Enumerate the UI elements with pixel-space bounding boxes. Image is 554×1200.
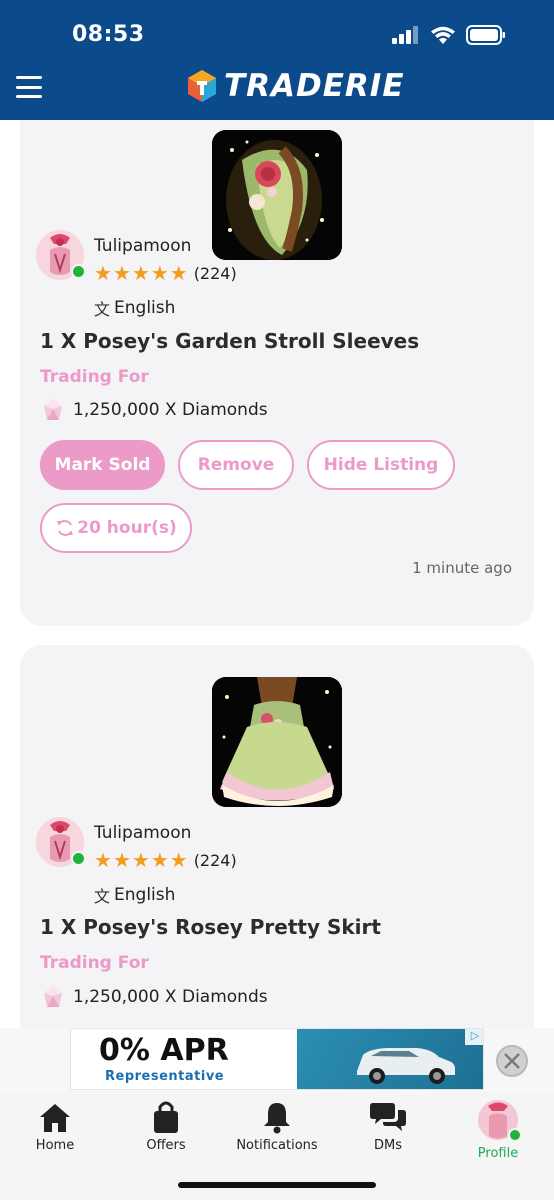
price-row: 1,250,000 X Diamonds bbox=[42, 398, 268, 422]
ad-image-panel: ▷ bbox=[297, 1029, 483, 1089]
listing-card: Tulipamoon ★ ★ ★ ★ ★ (224) 文 English 1 X… bbox=[20, 120, 534, 626]
listing-title[interactable]: 1 X Posey's Rosey Pretty Skirt bbox=[40, 915, 381, 939]
item-thumbnail-skirt bbox=[212, 677, 342, 807]
online-status-indicator bbox=[71, 851, 86, 866]
ad-choices-icon[interactable]: ▷ bbox=[465, 1029, 483, 1045]
online-status-indicator bbox=[508, 1128, 522, 1142]
tab-label: Home bbox=[35, 1138, 75, 1153]
item-image[interactable] bbox=[212, 677, 342, 807]
listing-title[interactable]: 1 X Posey's Garden Stroll Sleeves bbox=[40, 329, 419, 353]
ad-banner[interactable]: 0% APR Representative ▷ bbox=[70, 1028, 484, 1090]
item-image[interactable] bbox=[212, 130, 342, 260]
diamond-icon bbox=[44, 399, 62, 420]
star-icon: ★ bbox=[112, 261, 131, 285]
renew-listing-button[interactable]: 20 hour(s) bbox=[40, 503, 192, 553]
seller-language: 文 English bbox=[94, 296, 175, 320]
ad-subline: Representative bbox=[105, 1069, 225, 1084]
star-icon: ★ bbox=[131, 261, 150, 285]
diamond-icon bbox=[44, 986, 62, 1007]
seller-rating[interactable]: ★ ★ ★ ★ ★ (224) bbox=[94, 850, 237, 870]
tab-home[interactable]: Home bbox=[0, 1100, 110, 1153]
renew-duration: 20 hour(s) bbox=[77, 518, 177, 538]
tab-label: Notifications bbox=[236, 1138, 318, 1153]
price-text: 1,250,000 X Diamonds bbox=[73, 400, 268, 420]
listing-feed: Tulipamoon ★ ★ ★ ★ ★ (224) 文 English 1 X… bbox=[0, 120, 554, 1028]
online-status-indicator bbox=[71, 264, 86, 279]
seller-name[interactable]: Tulipamoon bbox=[94, 823, 191, 843]
shopping-bag-icon bbox=[151, 1100, 181, 1134]
price-text: 1,250,000 X Diamonds bbox=[73, 987, 268, 1007]
star-icon: ★ bbox=[150, 261, 169, 285]
tab-label: Profile bbox=[477, 1146, 519, 1161]
posted-time: 1 minute ago bbox=[412, 559, 512, 577]
star-icon: ★ bbox=[169, 848, 188, 872]
item-thumbnail-sleeves bbox=[212, 130, 342, 260]
mark-sold-button[interactable]: Mark Sold bbox=[40, 440, 165, 490]
ad-text-panel: 0% APR Representative bbox=[71, 1029, 297, 1089]
tab-offers[interactable]: Offers bbox=[111, 1100, 221, 1153]
status-bar: 08:53 bbox=[0, 0, 554, 60]
hamburger-menu-button[interactable] bbox=[16, 76, 42, 98]
seller-name[interactable]: Tulipamoon bbox=[94, 236, 191, 256]
tab-label: DMs bbox=[374, 1138, 402, 1153]
traderie-logo-icon bbox=[188, 70, 216, 102]
home-icon bbox=[38, 1100, 72, 1134]
tab-notifications[interactable]: Notifications bbox=[222, 1100, 332, 1153]
star-icon: ★ bbox=[94, 261, 112, 285]
tab-profile[interactable]: Profile bbox=[443, 1100, 553, 1161]
language-label: English bbox=[114, 885, 176, 905]
brand-logo[interactable]: TRADERIE bbox=[186, 68, 405, 104]
ad-close-button[interactable] bbox=[496, 1045, 528, 1077]
menu-bar bbox=[16, 85, 42, 89]
star-icon: ★ bbox=[150, 848, 169, 872]
price-row: 1,250,000 X Diamonds bbox=[42, 985, 268, 1009]
translate-icon: 文 bbox=[94, 300, 111, 319]
profile-avatar bbox=[478, 1100, 522, 1142]
battery-icon bbox=[466, 25, 505, 45]
language-label: English bbox=[114, 298, 176, 318]
home-indicator bbox=[178, 1182, 376, 1188]
rating-count: (224) bbox=[193, 850, 237, 870]
wifi-icon bbox=[431, 26, 455, 44]
menu-bar bbox=[16, 76, 42, 79]
translate-icon: 文 bbox=[94, 887, 111, 906]
chat-bubbles-icon bbox=[370, 1100, 406, 1134]
seller-rating[interactable]: ★ ★ ★ ★ ★ (224) bbox=[94, 263, 237, 283]
ad-headline: 0% APR bbox=[99, 1033, 229, 1068]
app-header: TRADERIE bbox=[0, 60, 554, 120]
status-time: 08:53 bbox=[72, 22, 145, 47]
refresh-icon bbox=[57, 520, 74, 536]
ad-bar: 0% APR Representative ▷ bbox=[0, 1028, 554, 1092]
menu-bar bbox=[16, 95, 42, 98]
tab-label: Offers bbox=[146, 1138, 186, 1153]
star-icon: ★ bbox=[112, 848, 131, 872]
hide-listing-button[interactable]: Hide Listing bbox=[307, 440, 455, 490]
trading-for-label: Trading For bbox=[40, 953, 149, 973]
bell-icon bbox=[262, 1100, 292, 1134]
rating-count: (224) bbox=[193, 263, 237, 283]
star-icon: ★ bbox=[169, 261, 188, 285]
remove-button[interactable]: Remove bbox=[178, 440, 294, 490]
car-icon bbox=[357, 1048, 455, 1084]
trading-for-label: Trading For bbox=[40, 367, 149, 387]
cellular-signal-icon bbox=[392, 26, 418, 44]
status-icons bbox=[392, 25, 506, 45]
listing-card: Tulipamoon ★ ★ ★ ★ ★ (224) 文 English 1 X… bbox=[20, 645, 534, 1028]
close-icon bbox=[504, 1053, 520, 1069]
tab-dms[interactable]: DMs bbox=[333, 1100, 443, 1153]
seller-language: 文 English bbox=[94, 883, 175, 907]
star-icon: ★ bbox=[131, 848, 150, 872]
brand-name: TRADERIE bbox=[224, 68, 405, 104]
star-icon: ★ bbox=[94, 848, 112, 872]
